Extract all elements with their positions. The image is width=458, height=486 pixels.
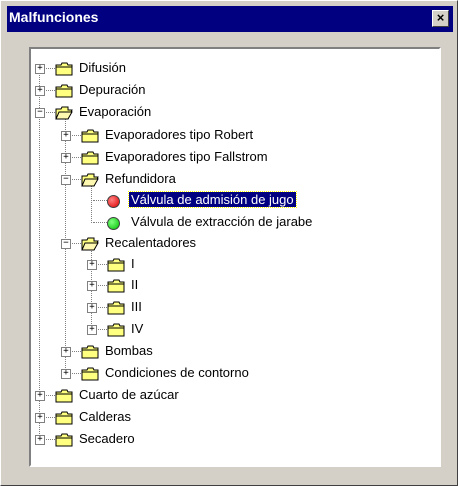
tree-item-cuarto-azucar[interactable]: + Cuarto de azúcar [31, 386, 431, 406]
tree-item-label[interactable]: Recalentadores [103, 235, 198, 250]
tree-item-calderas[interactable]: + Calderas [31, 408, 431, 428]
expand-toggle[interactable]: + [87, 325, 97, 335]
folder-icon [81, 345, 99, 359]
tree-item-label[interactable]: Evaporadores tipo Robert [103, 127, 255, 142]
tree-item-label[interactable]: III [129, 299, 144, 314]
tree-item-label[interactable]: IV [129, 321, 145, 336]
tree-item-label[interactable]: Bombas [103, 343, 155, 358]
close-button[interactable]: × [432, 10, 449, 27]
tree-item-refundidora[interactable]: − Refundidora [31, 170, 431, 190]
folder-icon [81, 129, 99, 143]
tree-connector [93, 200, 107, 201]
folder-icon [55, 62, 73, 76]
title-bar[interactable]: Malfunciones × [7, 6, 453, 32]
expand-toggle[interactable]: + [61, 131, 71, 141]
tree-item-difusion[interactable]: + Difusión [31, 59, 431, 79]
expand-toggle[interactable]: + [87, 303, 97, 313]
tree-item-label[interactable]: Cuarto de azúcar [77, 387, 181, 402]
tree-item-label[interactable]: II [129, 277, 140, 292]
tree-item-label[interactable]: Válvula de admisión de jugo [128, 191, 297, 208]
collapse-toggle[interactable]: − [61, 239, 71, 249]
tree-item-label[interactable]: Condiciones de contorno [103, 365, 251, 380]
folder-open-icon [55, 106, 73, 120]
folder-open-icon [81, 173, 99, 187]
fault-active-icon [107, 195, 120, 208]
malfunction-tree[interactable]: + Difusión + Depuración − Evaporación + Eva… [29, 47, 441, 467]
expand-toggle[interactable]: + [87, 260, 97, 270]
folder-icon [107, 301, 125, 315]
tree-item-secadero[interactable]: + Secadero [31, 430, 431, 450]
expand-toggle[interactable]: + [35, 391, 45, 401]
tree-item-condiciones[interactable]: + Condiciones de contorno [31, 364, 431, 384]
tree-connector [93, 222, 107, 223]
tree-item-bombas[interactable]: + Bombas [31, 342, 431, 362]
folder-icon [55, 411, 73, 425]
folder-open-icon [81, 237, 99, 251]
tree-item-label[interactable]: Evaporación [77, 104, 153, 119]
folder-icon [55, 389, 73, 403]
expand-toggle[interactable]: + [61, 369, 71, 379]
tree-item-label[interactable]: Difusión [77, 60, 128, 75]
malfunciones-window: Malfunciones × + Difusión + Depuración − E… [0, 0, 458, 486]
tree-item-depuracion[interactable]: + Depuración [31, 81, 431, 101]
tree-item-rec-i[interactable]: + I [31, 255, 431, 275]
tree-item-label[interactable]: Secadero [77, 431, 137, 446]
tree-item-label[interactable]: Refundidora [103, 171, 178, 186]
folder-icon [55, 84, 73, 98]
tree-item-evap-fallstrom[interactable]: + Evaporadores tipo Fallstrom [31, 148, 431, 168]
tree-item-evap-robert[interactable]: + Evaporadores tipo Robert [31, 126, 431, 146]
expand-toggle[interactable]: + [35, 86, 45, 96]
fault-inactive-icon [107, 217, 120, 230]
folder-icon [107, 323, 125, 337]
expand-toggle[interactable]: + [35, 435, 45, 445]
folder-icon [81, 367, 99, 381]
folder-icon [107, 258, 125, 272]
collapse-toggle[interactable]: − [35, 108, 45, 118]
collapse-toggle[interactable]: − [61, 175, 71, 185]
tree-item-evaporacion[interactable]: − Evaporación [31, 103, 431, 123]
expand-toggle[interactable]: + [35, 64, 45, 74]
tree-item-rec-iii[interactable]: + III [31, 298, 431, 318]
tree-item-label[interactable]: Calderas [77, 409, 133, 424]
tree-item-valvula-extraccion[interactable]: Válvula de extracción de jarabe [31, 213, 431, 233]
expand-toggle[interactable]: + [35, 413, 45, 423]
tree-item-label[interactable]: Válvula de extracción de jarabe [129, 214, 314, 229]
folder-icon [107, 279, 125, 293]
tree-item-recalentadores[interactable]: − Recalentadores [31, 234, 431, 254]
tree-item-rec-ii[interactable]: + II [31, 276, 431, 296]
folder-icon [55, 433, 73, 447]
tree-item-valvula-admision[interactable]: Válvula de admisión de jugo [31, 191, 431, 211]
expand-toggle[interactable]: + [61, 347, 71, 357]
window-title: Malfunciones [9, 9, 99, 25]
tree-item-label[interactable]: I [129, 256, 137, 271]
tree-item-label[interactable]: Depuración [77, 82, 148, 97]
tree-item-rec-iv[interactable]: + IV [31, 320, 431, 340]
expand-toggle[interactable]: + [87, 281, 97, 291]
folder-icon [81, 151, 99, 165]
expand-toggle[interactable]: + [61, 153, 71, 163]
tree-item-label[interactable]: Evaporadores tipo Fallstrom [103, 149, 270, 164]
